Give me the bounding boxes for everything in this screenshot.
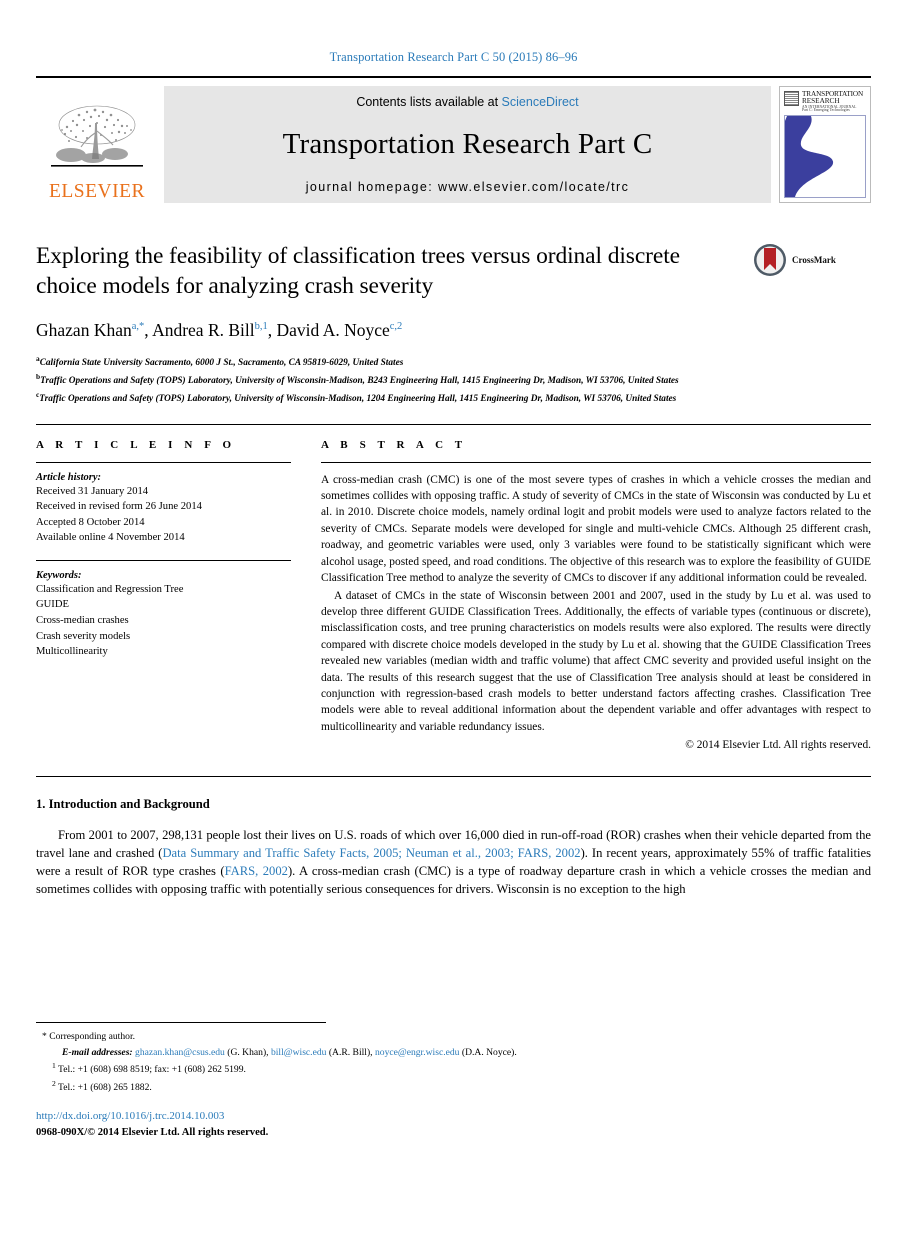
author-list: Ghazan Khana,*, Andrea R. Billb,1, David… <box>36 320 403 341</box>
affiliation-text-c: Traffic Operations and Safety (TOPS) Lab… <box>39 394 677 405</box>
email-person-3: (D.A. Noyce). <box>461 1046 517 1058</box>
abstract-heading: A B S T R A C T <box>321 438 467 451</box>
footnote-mark-1: 1 <box>52 1061 56 1071</box>
footnote-tel-1: 1 Tel.: +1 (608) 698 8519; fax: +1 (608)… <box>36 1060 866 1078</box>
elsevier-logo: ELSEVIER <box>36 86 158 203</box>
journal-title: Transportation Research Part C <box>282 128 653 160</box>
email-person-2: (A.R. Bill), <box>328 1046 373 1058</box>
email-link-2[interactable]: bill@wisc.edu <box>271 1047 326 1058</box>
section-heading-introduction: 1. Introduction and Background <box>36 796 210 811</box>
keyword-item: GUIDE <box>36 599 69 611</box>
citation-link-1[interactable]: Data Summary and Traffic Safety Facts, 2… <box>162 846 580 860</box>
keywords-list: Classification and Regression Tree GUIDE… <box>36 582 291 660</box>
article-info-heading: A R T I C L E I N F O <box>36 438 236 451</box>
title-container: Exploring the feasibility of classificat… <box>36 241 753 301</box>
citation-link-2[interactable]: FARS, 2002 <box>225 864 288 878</box>
author-marks-1: a,* <box>131 321 145 333</box>
body-top-divider <box>36 775 871 777</box>
footnote-mark-2: 2 <box>52 1078 56 1088</box>
masthead-banner: Contents lists available at ScienceDirec… <box>164 86 771 203</box>
abstract-paragraph-1: A cross-median crash (CMC) is one of the… <box>321 473 871 585</box>
title-block: Exploring the feasibility of classificat… <box>36 241 871 301</box>
abstract-divider <box>321 461 871 463</box>
author-name-1: Ghazan Khan <box>36 320 132 341</box>
author-name-2: Andrea R. Bill <box>152 320 255 341</box>
keywords-label: Keywords: <box>36 569 82 581</box>
doi-block: http://dx.doi.org/10.1016/j.trc.2014.10.… <box>36 1108 268 1140</box>
affiliation-item: cTraffic Operations and Safety (TOPS) La… <box>36 389 871 407</box>
author-marks-2: b,1 <box>254 321 268 333</box>
affiliation-item: aCalifornia State University Sacramento,… <box>36 353 871 371</box>
affiliation-list: aCalifornia State University Sacramento,… <box>36 353 871 407</box>
article-history-label: Article history: <box>36 471 102 483</box>
footnote-tel-2: 2 Tel.: +1 (608) 265 1882. <box>36 1078 866 1096</box>
crossmark-badge[interactable]: CrossMark <box>753 241 871 277</box>
cover-header: TRANSPORTATION RESEARCH AN INTERNATIONAL… <box>784 90 866 113</box>
cover-emblem-icon <box>784 91 799 106</box>
email-link-1[interactable]: ghazan.khan@csus.edu <box>135 1047 225 1058</box>
article-info-divider <box>36 461 291 463</box>
winding-road-graphic <box>785 116 863 197</box>
email-addresses-label: E-mail addresses: <box>62 1046 133 1058</box>
affiliation-text-a: California State University Sacramento, … <box>39 358 404 369</box>
abstract-paragraph-2: A dataset of CMCs in the state of Wiscon… <box>321 589 871 733</box>
author-marks-3: c,2 <box>389 321 403 333</box>
history-item: Received 31 January 2014 <box>36 485 149 497</box>
footnote-emails: E-mail addresses: ghazan.khan@csus.edu (… <box>36 1045 866 1061</box>
keywords-divider <box>36 559 291 561</box>
keyword-item: Cross-median crashes <box>36 614 129 626</box>
doi-link[interactable]: http://dx.doi.org/10.1016/j.trc.2014.10.… <box>36 1108 268 1125</box>
sciencedirect-link[interactable]: ScienceDirect <box>502 95 579 109</box>
footnote-divider <box>36 1022 326 1023</box>
history-item: Received in revised form 26 June 2014 <box>36 501 202 513</box>
email-link-3[interactable]: noyce@engr.wisc.edu <box>375 1047 460 1058</box>
contents-prefix: Contents lists available at <box>356 95 502 109</box>
corresponding-author-text: Corresponding author. <box>49 1031 136 1042</box>
affiliation-item: bTraffic Operations and Safety (TOPS) La… <box>36 371 871 389</box>
affiliation-text-b: Traffic Operations and Safety (TOPS) Lab… <box>40 376 679 387</box>
journal-cover-thumbnail: TRANSPORTATION RESEARCH AN INTERNATIONAL… <box>779 86 871 203</box>
history-item: Accepted 8 October 2014 <box>36 516 145 528</box>
journal-homepage-line[interactable]: journal homepage: www.elsevier.com/locat… <box>306 180 630 194</box>
abstract-body: A cross-median crash (CMC) is one of the… <box>321 472 871 754</box>
keyword-item: Classification and Regression Tree <box>36 583 184 595</box>
introduction-paragraph: From 2001 to 2007, 298,131 people lost t… <box>36 826 871 898</box>
email-person-1: (G. Khan), <box>227 1046 269 1058</box>
journal-masthead: ELSEVIER Contents lists available at Sci… <box>36 76 871 203</box>
history-item: Available online 4 November 2014 <box>36 532 185 544</box>
footnote-text-2: Tel.: +1 (608) 265 1882. <box>58 1081 152 1093</box>
keyword-item: Crash severity models <box>36 630 131 642</box>
abstract-copyright: © 2014 Elsevier Ltd. All rights reserved… <box>685 739 871 752</box>
info-abstract-columns: A R T I C L E I N F O Article history: R… <box>36 425 871 754</box>
cover-artwork <box>784 115 866 198</box>
article-history-list: Received 31 January 2014 Received in rev… <box>36 484 291 546</box>
introduction-section: 1. Introduction and Background From 2001… <box>36 797 871 898</box>
contents-available-line: Contents lists available at ScienceDirec… <box>356 95 578 109</box>
footnote-corresponding-author: * Corresponding author. <box>36 1029 866 1045</box>
journal-article-page: Transportation Research Part C 50 (2015)… <box>0 0 907 1238</box>
crossmark-label: CrossMark <box>792 255 836 265</box>
footnote-block: * Corresponding author. E-mail addresses… <box>36 1029 866 1096</box>
running-head: Transportation Research Part C 50 (2015)… <box>329 50 578 64</box>
asterisk-icon: * <box>42 1031 47 1042</box>
cover-title-lines: TRANSPORTATION RESEARCH AN INTERNATIONAL… <box>802 90 863 113</box>
cover-line-4: Part C: Emerging Technologies <box>802 108 850 113</box>
footnote-text-1: Tel.: +1 (608) 698 8519; fax: +1 (608) 2… <box>58 1064 246 1076</box>
issn-copyright-line: 0968-090X/© 2014 Elsevier Ltd. All right… <box>36 1126 269 1138</box>
article-info-column: A R T I C L E I N F O Article history: R… <box>36 439 321 754</box>
page-title: Exploring the feasibility of classificat… <box>36 243 680 300</box>
keyword-item: Multicollinearity <box>36 646 108 658</box>
crossmark-icon <box>754 244 786 276</box>
elsevier-tree-icon <box>51 105 143 167</box>
author-name-3: David A. Noyce <box>276 320 390 341</box>
abstract-column: A B S T R A C T A cross-median crash (CM… <box>321 439 871 754</box>
elsevier-wordmark: ELSEVIER <box>48 180 146 202</box>
